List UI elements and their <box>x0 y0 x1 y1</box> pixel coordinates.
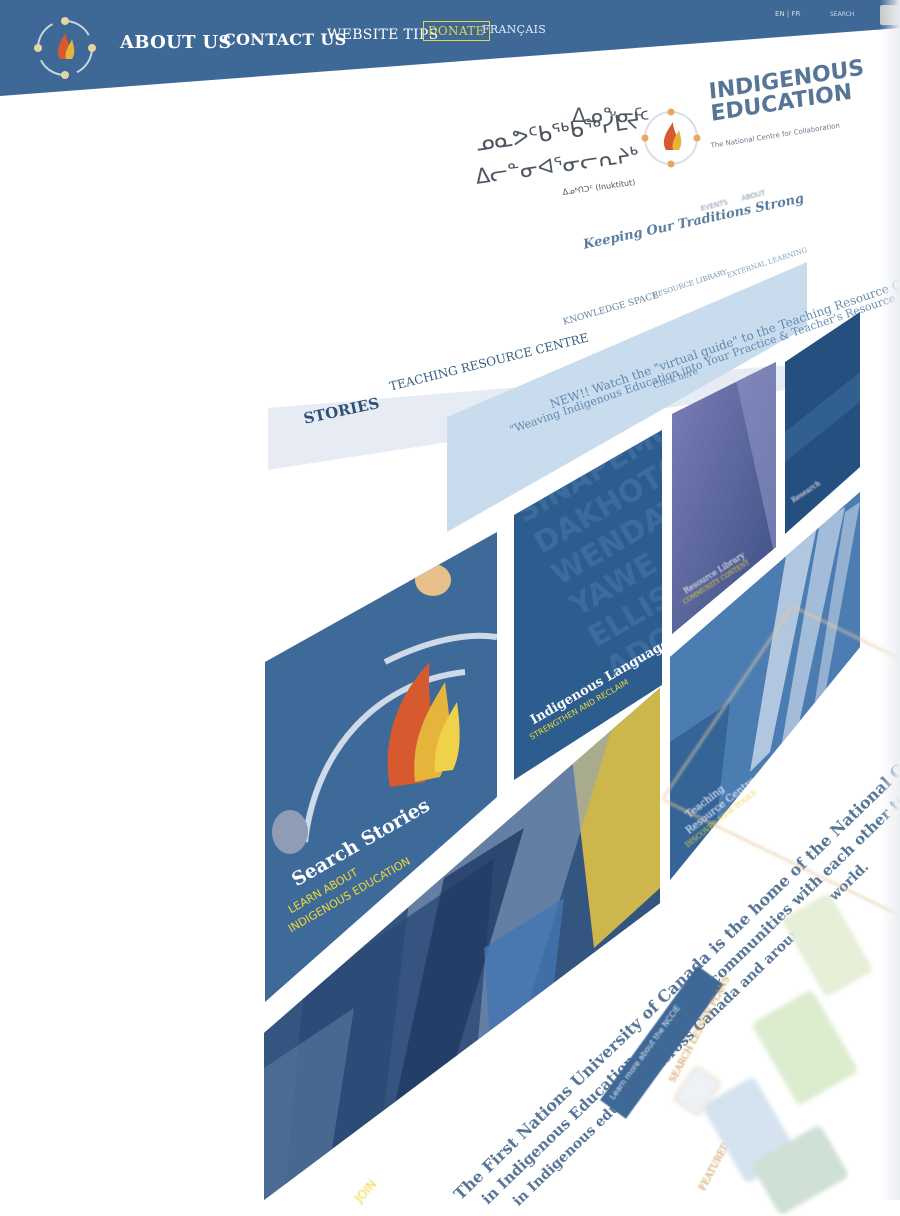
language-switch[interactable]: EN | FR <box>775 10 800 18</box>
brand-title: INDIGENOUS EDUCATION <box>708 55 867 126</box>
page-edge-shadow <box>880 0 900 1200</box>
indigenous-education-logo-icon[interactable] <box>640 88 702 180</box>
language-toggle-french[interactable]: FRANÇAIS <box>482 23 546 36</box>
subject-card[interactable] <box>750 988 860 1107</box>
menu-item-events[interactable]: EVENTS <box>700 198 729 212</box>
donate-button[interactable]: DONATE <box>423 21 490 41</box>
menu-item-about[interactable]: ABOUT <box>741 189 767 203</box>
nav-about-us[interactable]: ABOUT US <box>120 32 232 53</box>
secondary-menu: EVENTS ABOUT <box>700 164 875 244</box>
tab-knowledge-space[interactable]: KNOWLEDGE SPACE <box>562 291 660 328</box>
nav-website-tips[interactable]: WEBSITE TIPS <box>327 27 439 43</box>
tab-resource-library[interactable]: RESOURCE LIBRARY <box>652 268 728 300</box>
syllabics-language-note: ᐃᓄᒃᑎᑐᑦ (Inuktitut) <box>562 177 636 197</box>
site-logo-icon[interactable] <box>30 13 100 83</box>
brand-subtitle: The National Centre for Collaboration <box>710 121 841 150</box>
search-label[interactable]: SEARCH <box>830 11 854 18</box>
